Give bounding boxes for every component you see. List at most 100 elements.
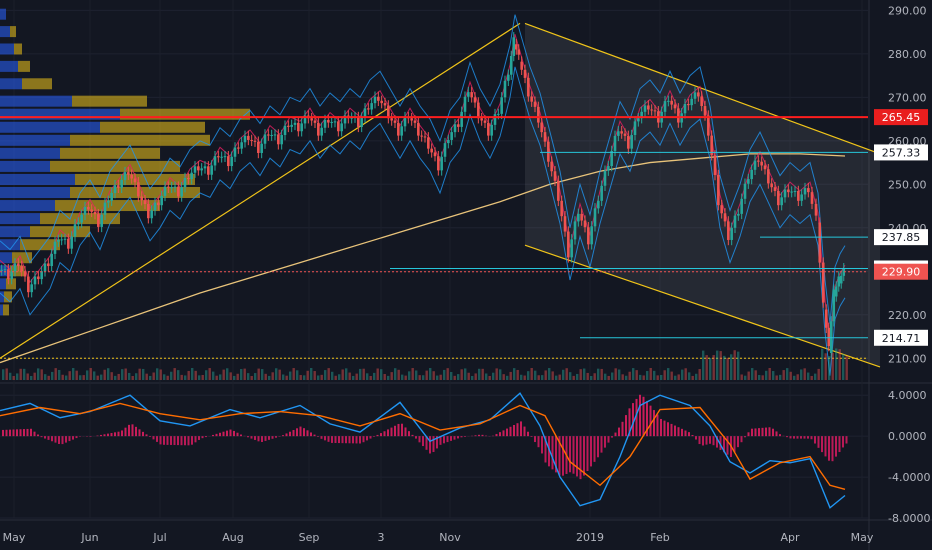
candle-body <box>270 135 273 137</box>
candle-body <box>120 179 123 188</box>
candle-body <box>367 108 370 110</box>
volume-bar <box>236 373 239 380</box>
macd-histogram-bar <box>481 434 484 437</box>
price-tag-label: 237.85 <box>882 231 921 244</box>
candle-body <box>370 103 373 110</box>
volume-bar <box>30 375 33 380</box>
volume-bar <box>593 373 596 380</box>
macd-histogram-bar <box>569 436 571 473</box>
candle-body <box>177 186 180 197</box>
macd-histogram-bar <box>366 436 368 441</box>
volume-bar <box>730 354 733 380</box>
chart-svg[interactable]: 290.00280.00270.00260.00250.00240.00230.… <box>0 0 932 550</box>
volume-bar <box>765 370 768 380</box>
volume-bar <box>261 369 264 380</box>
volume-bar <box>159 369 162 380</box>
volume-bar <box>138 368 141 380</box>
macd-histogram-bar <box>173 436 176 446</box>
macd-histogram-bar <box>786 436 788 438</box>
macd-histogram-bar <box>352 436 354 444</box>
volume-bar <box>5 368 8 380</box>
volume-bar <box>621 374 624 380</box>
macd-histogram-bar <box>250 436 253 439</box>
candle-body <box>60 239 63 241</box>
volume-bar <box>82 375 85 380</box>
volume-bar <box>726 357 729 380</box>
macd-histogram-bar <box>474 435 477 437</box>
candle-body <box>597 200 600 209</box>
volume-bar <box>201 374 204 380</box>
macd-histogram-bar <box>772 428 774 437</box>
candle-body <box>150 210 153 219</box>
volume-bar <box>23 368 26 380</box>
candle-body <box>440 156 443 171</box>
volume-bar <box>677 374 680 380</box>
volume-bar <box>324 370 327 380</box>
volume-bar <box>702 350 705 380</box>
candle-body <box>133 178 137 183</box>
macd-histogram-bar <box>835 436 837 457</box>
candle-body <box>380 100 383 104</box>
volume-bar <box>327 368 330 380</box>
macd-histogram-bar <box>765 427 767 437</box>
macd-histogram-bar <box>75 436 78 439</box>
macd-histogram-bar <box>485 435 487 437</box>
macd-histogram-bar <box>303 428 305 437</box>
volume-bar <box>359 368 362 380</box>
volume-bar <box>415 370 418 380</box>
volume-bar <box>758 375 761 380</box>
volume-bar <box>569 372 572 380</box>
candle-body <box>470 92 473 98</box>
macd-histogram-bar <box>845 436 848 444</box>
volume-bar <box>429 368 432 380</box>
volume-bar <box>282 374 285 380</box>
volume-bar <box>345 368 348 380</box>
candle-body <box>383 103 387 106</box>
candle-body <box>673 104 677 109</box>
candle-body <box>747 179 750 184</box>
volume-bar <box>562 369 565 380</box>
candle-body <box>313 120 317 123</box>
macd-histogram-bar <box>19 429 22 437</box>
volume-bar <box>425 370 428 380</box>
candle-body <box>390 118 393 121</box>
candle-body <box>603 170 607 186</box>
volume-bar <box>761 375 764 380</box>
candle-body <box>814 203 818 216</box>
stock-chart[interactable]: 290.00280.00270.00260.00250.00240.00230.… <box>0 0 932 550</box>
candle-body <box>473 97 477 103</box>
volume-bar <box>33 372 36 380</box>
macd-histogram-bar <box>362 436 365 443</box>
macd-histogram-bar <box>72 436 74 440</box>
volume-bar <box>215 375 218 380</box>
volume-bar <box>72 368 75 380</box>
macd-histogram-bar <box>807 436 809 439</box>
volume-bar <box>467 372 470 380</box>
volume-bar <box>663 370 666 380</box>
macd-histogram-bar <box>37 434 39 437</box>
candle-body <box>633 121 637 136</box>
time-tick-label: Jul <box>152 531 166 544</box>
candle-body <box>509 56 513 75</box>
volume-bar <box>47 375 50 380</box>
macd-histogram-bar <box>761 427 764 437</box>
candle-body <box>577 213 580 222</box>
macd-histogram-bar <box>803 436 806 439</box>
candle-body <box>457 124 460 127</box>
volume-bar <box>401 374 404 380</box>
volume-bar <box>768 368 771 380</box>
candle-body <box>723 213 727 222</box>
candle-body <box>13 263 17 272</box>
candle-body <box>713 155 717 176</box>
candle-body <box>437 156 440 171</box>
volume-bar <box>110 372 113 380</box>
volume-bar <box>537 375 540 380</box>
volume-bar <box>198 375 201 380</box>
candle-body <box>783 189 787 198</box>
macd-histogram-bar <box>369 436 372 439</box>
volume-profile-bar-up <box>0 43 14 55</box>
candle-body <box>630 135 633 149</box>
candle-body <box>627 135 630 149</box>
candle-body <box>740 198 743 214</box>
macd-histogram-bar <box>348 436 351 444</box>
